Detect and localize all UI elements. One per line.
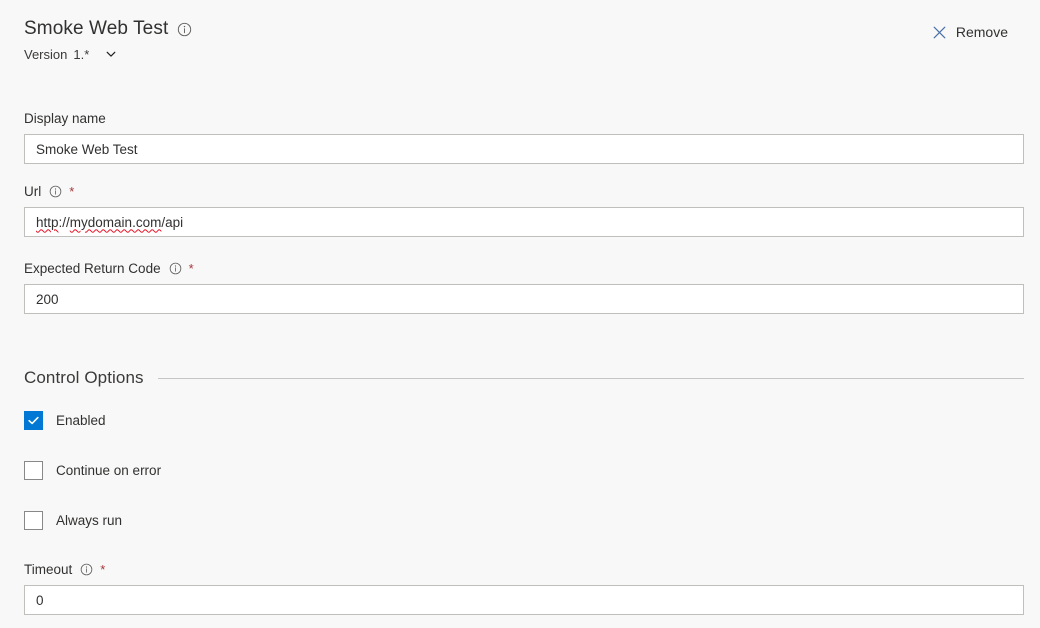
timeout-label: Timeout <box>24 562 73 577</box>
remove-button-label: Remove <box>955 24 1008 40</box>
display-name-label: Display name <box>24 111 106 126</box>
expected-return-code-label-row: Expected Return Code * <box>24 260 1024 277</box>
url-label-row: Url * <box>24 183 1024 200</box>
always-run-checkbox-label: Always run <box>56 513 123 528</box>
url-required-marker: * <box>69 184 75 199</box>
version-row: Version 1.* <box>24 46 1024 62</box>
timeout-info-icon[interactable] <box>79 562 94 577</box>
continue-on-error-checkbox-label: Continue on error <box>56 463 162 478</box>
title-info-icon[interactable] <box>177 22 192 37</box>
checkbox-row-enabled[interactable]: Enabled <box>24 411 106 430</box>
url-part-separator: :// <box>58 214 70 230</box>
title-row: Smoke Web Test <box>24 16 1024 42</box>
section-divider <box>157 377 1024 379</box>
timeout-label-row: Timeout * <box>24 561 1024 578</box>
always-run-checkbox[interactable] <box>24 511 43 530</box>
close-x-icon <box>933 25 947 39</box>
display-name-label-row: Display name <box>24 110 1024 127</box>
url-info-icon[interactable] <box>48 184 63 199</box>
panel-header: Smoke Web Test Version 1.* Remove <box>24 16 1024 76</box>
expected-return-code-input[interactable] <box>24 284 1024 314</box>
checkbox-row-continue-on-error[interactable]: Continue on error <box>24 461 161 480</box>
control-options-title: Control Options <box>24 368 144 387</box>
version-value: 1.* <box>73 46 90 62</box>
field-expected-return-code: Expected Return Code * <box>24 260 1024 314</box>
checkbox-row-always-run[interactable]: Always run <box>24 511 122 530</box>
version-label: Version <box>24 46 68 62</box>
timeout-input[interactable] <box>24 585 1024 615</box>
task-editor-panel: Smoke Web Test Version 1.* Remove Displa… <box>0 0 1040 628</box>
url-input-wrapper: http://mydomain.com/api <box>24 207 1024 237</box>
timeout-required-marker: * <box>100 562 106 577</box>
continue-on-error-checkbox[interactable] <box>24 461 43 480</box>
expected-return-code-required-marker: * <box>188 261 194 276</box>
url-part-path: /api <box>161 214 184 230</box>
page-title: Smoke Web Test <box>24 18 169 39</box>
enabled-checkbox[interactable] <box>24 411 43 430</box>
url-input[interactable]: http://mydomain.com/api <box>24 207 1024 237</box>
control-options-section-header: Control Options <box>24 368 1024 388</box>
url-part-scheme: http <box>36 214 59 230</box>
url-label: Url <box>24 184 42 199</box>
enabled-checkbox-label: Enabled <box>56 413 106 428</box>
url-part-host: mydomain.com <box>69 214 162 230</box>
remove-button[interactable]: Remove <box>923 20 1018 44</box>
field-display-name: Display name <box>24 110 1024 164</box>
expected-return-code-info-icon[interactable] <box>168 261 183 276</box>
field-url: Url * http://mydomain.com/api <box>24 183 1024 237</box>
chevron-down-icon[interactable] <box>103 46 119 62</box>
display-name-input[interactable] <box>24 134 1024 164</box>
field-timeout: Timeout * <box>24 561 1024 615</box>
expected-return-code-label: Expected Return Code <box>24 261 161 276</box>
